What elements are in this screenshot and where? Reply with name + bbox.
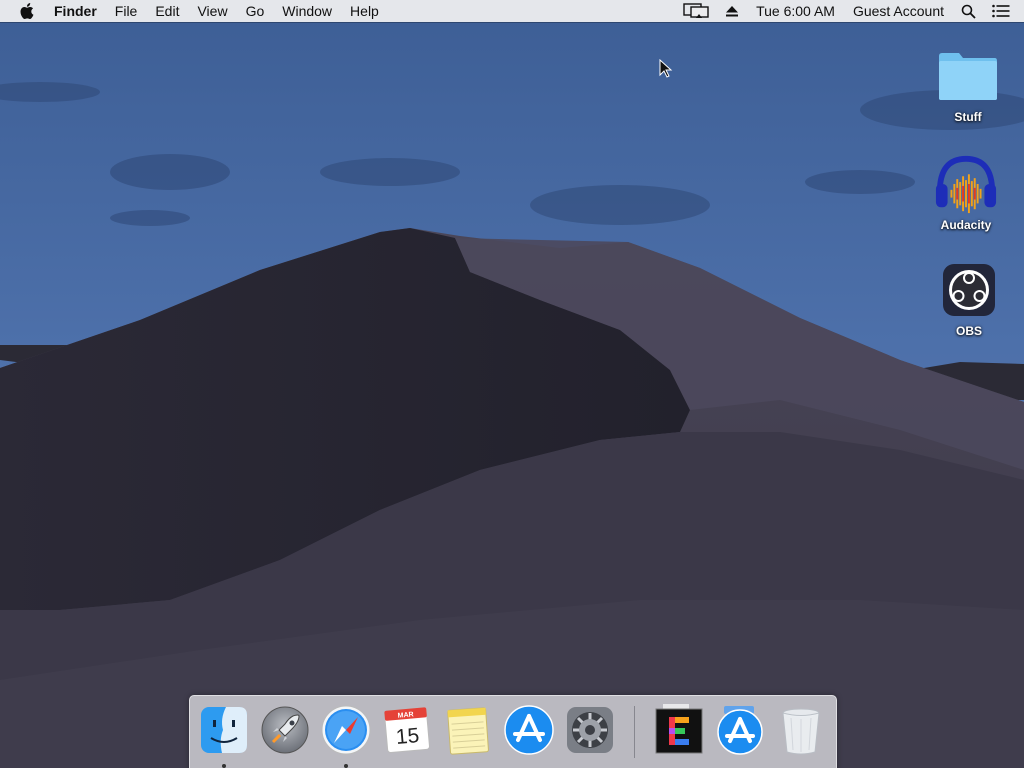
dock-app-store[interactable]	[503, 704, 555, 760]
desktop-icon-label: OBS	[955, 324, 982, 338]
dock-finder[interactable]	[198, 704, 250, 768]
apple-logo-icon[interactable]	[20, 3, 34, 19]
launchpad-icon	[261, 706, 309, 754]
folder-icon	[936, 44, 1000, 108]
calendar-icon: MAR 15	[383, 706, 431, 754]
menubar-user[interactable]: Guest Account	[844, 0, 953, 22]
dock: MAR 15 E	[189, 695, 837, 768]
trash-icon	[782, 708, 820, 755]
dock-app-store-downloads[interactable]	[714, 704, 766, 760]
desktop-icon-obs[interactable]: OBS	[929, 258, 1009, 338]
desktop-wallpaper	[0, 0, 1024, 768]
system-preferences-icon	[567, 707, 613, 753]
running-indicator	[222, 764, 226, 768]
desktop-icon-label: Stuff	[954, 110, 982, 124]
finder-icon	[201, 707, 247, 753]
menu-view[interactable]: View	[188, 0, 236, 22]
safari-icon	[321, 705, 371, 755]
dock-system-preferences[interactable]	[564, 704, 616, 760]
eject-icon[interactable]	[717, 0, 747, 22]
audacity-icon	[934, 152, 998, 216]
desktop-icon-label: Audacity	[940, 218, 992, 232]
app-store-downloads-icon	[717, 706, 763, 755]
dock-trash[interactable]	[775, 704, 827, 760]
mouse-cursor-icon	[659, 59, 673, 78]
menubar-clock[interactable]: Tue 6:00 AM	[747, 0, 844, 22]
menu-bar: Finder File Edit View Go Window Help Tue…	[0, 0, 1024, 22]
menu-go[interactable]: Go	[237, 0, 274, 22]
spotlight-icon[interactable]	[953, 0, 984, 22]
notes-icon	[447, 707, 489, 755]
menu-edit[interactable]: Edit	[146, 0, 188, 22]
running-indicator	[344, 764, 348, 768]
display-mirroring-icon[interactable]	[675, 0, 717, 22]
desktop-icon-stuff[interactable]: Stuff	[928, 44, 1008, 124]
dock-launchpad[interactable]	[259, 704, 311, 760]
dock-e-app[interactable]: E	[653, 704, 705, 760]
desktop-icon-audacity[interactable]: Audacity	[926, 152, 1006, 232]
app-store-icon	[504, 705, 554, 755]
calendar-day: 15	[395, 724, 420, 749]
menu-file[interactable]: File	[106, 0, 147, 22]
dock-separator	[634, 706, 635, 758]
e-app-icon: E	[655, 704, 703, 754]
calendar-month: MAR	[397, 711, 414, 719]
menu-app-name[interactable]: Finder	[46, 0, 106, 22]
dock-notes[interactable]	[442, 704, 494, 760]
dock-calendar[interactable]: MAR 15	[381, 704, 433, 760]
notification-center-icon[interactable]	[984, 0, 1024, 22]
menu-window[interactable]: Window	[273, 0, 341, 22]
menu-help[interactable]: Help	[341, 0, 388, 22]
dock-safari[interactable]	[320, 704, 372, 768]
obs-icon	[937, 258, 1001, 322]
